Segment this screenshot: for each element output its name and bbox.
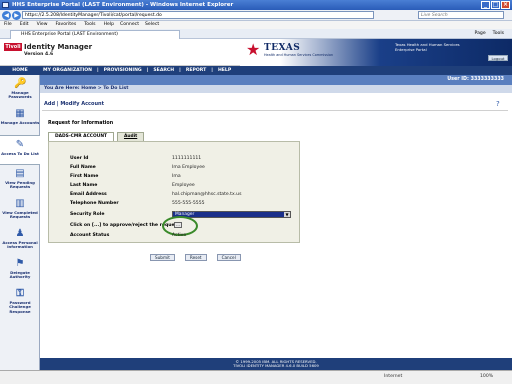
person-icon: ♟ <box>15 228 25 239</box>
nav-my-organization[interactable]: MY ORGANIZATION <box>43 66 92 75</box>
search-input[interactable]: Live Search <box>418 11 504 19</box>
link-select[interactable]: Select <box>145 21 159 29</box>
back-icon[interactable]: ◀ <box>2 11 11 20</box>
address-bar: ◀ ▶ https://2.5.208/IdentityManager/Tivo… <box>0 10 512 21</box>
sidebar-home[interactable]: HOME <box>0 66 40 75</box>
nav-report[interactable]: REPORT <box>186 66 206 75</box>
request-label: Request for Information <box>48 121 114 126</box>
sidebar-item-completed[interactable]: ▥ View Completed Requests <box>0 195 40 225</box>
nav-search[interactable]: SEARCH <box>153 66 174 75</box>
menu-help[interactable]: Help <box>104 21 114 29</box>
sidebar-item-challenge[interactable]: ⚿ Password Challenge Response <box>0 285 40 315</box>
tab-audit[interactable]: Audit <box>116 132 145 141</box>
app-header: Tivoli Identity Manager Version 4.6 ★ TE… <box>0 39 512 66</box>
page-menu[interactable]: Page <box>475 30 486 38</box>
tivoli-logo: Tivoli <box>4 43 22 51</box>
completed-icon: ▥ <box>15 198 25 209</box>
user-id: User ID: 3333333333 <box>40 75 512 85</box>
logout-button[interactable]: Logout <box>488 55 508 61</box>
window-title: HHS Enterprise Portal (LAST Environment)… <box>12 2 234 8</box>
row-user-id: User Id 1111111111 <box>70 156 202 161</box>
sidebar-item-pending[interactable]: ▤ View Pending Requests <box>0 165 40 195</box>
tab-row: HHS Enterprise Portal (LAST Environment)… <box>0 29 512 39</box>
menu-tools[interactable]: Tools <box>84 21 95 29</box>
menu-bar: File Edit View Favorites Tools Help <box>0 21 512 29</box>
url-field[interactable]: https://2.5.208/IdentityManager/Tivoli/c… <box>22 11 374 19</box>
page-title: Add | Modify Account <box>44 101 104 107</box>
sidebar-item-delegate[interactable]: ⚑ Delegate Authority <box>0 255 40 285</box>
tab-account[interactable]: DADS-CMR ACCOUNT <box>48 132 114 141</box>
zoom-level[interactable]: 100% <box>480 374 493 379</box>
row-security-role: Security Role <box>70 212 105 217</box>
sidebar-item-manage-accounts[interactable]: ▦ Manage Accounts <box>0 105 40 135</box>
row-telephone: Telephone Number 555-555-5555 <box>70 201 205 206</box>
cancel-button[interactable]: Cancel <box>216 254 241 261</box>
row-email: Email Address hal.chipman@hhsc.state.tx.… <box>70 192 242 197</box>
help-icon[interactable]: ? <box>496 100 506 108</box>
close-button[interactable]: × <box>501 1 510 9</box>
key-icon: 🔑 <box>14 78 27 89</box>
sidebar-item-todo[interactable]: ✎ Access To Do List <box>0 135 40 165</box>
window-title-bar: HHS Enterprise Portal (LAST Environment)… <box>0 0 512 10</box>
footer-build: TIVOLI IDENTITY MANAGER 4.6.0 BUILD 5609 <box>233 363 319 369</box>
ie-icon <box>2 2 9 8</box>
row-last-name: Last Name Employee <box>70 183 195 188</box>
menu-favorites[interactable]: Favorites <box>56 21 77 29</box>
form-tabs: DADS-CMR ACCOUNT Audit <box>48 132 145 141</box>
row-first-name: First Name Ima <box>70 174 181 179</box>
todo-icon: ✎ <box>15 139 25 150</box>
row-account-status: Account Status Active <box>70 233 187 238</box>
row-full-name: Full Name Ima Employee <box>70 165 205 170</box>
maximize-button[interactable]: □ <box>491 1 500 9</box>
security-zone: Internet <box>384 374 403 379</box>
status-bar: Internet 100% <box>0 370 512 384</box>
form-buttons: Submit Reset Cancel <box>150 254 241 261</box>
submit-button[interactable]: Submit <box>150 254 175 261</box>
challenge-icon: ⚿ <box>16 288 24 299</box>
app-name: Identity Manager <box>24 43 93 51</box>
link-connect[interactable]: Connect <box>120 21 139 29</box>
nav-provisioning[interactable]: PROVISIONING <box>104 66 142 75</box>
delegate-icon: ⚑ <box>15 258 25 269</box>
brand-subtitle: Health and Human Services Commission <box>264 53 334 57</box>
page-footer: © 1999-2005 IBM. ALL RIGHTS RESERVED. TI… <box>40 358 512 370</box>
menu-view[interactable]: View <box>37 21 48 29</box>
links-bar: Connect Select <box>120 21 159 29</box>
browser-tab[interactable]: HHS Enterprise Portal (LAST Environment) <box>10 30 180 39</box>
nav-help[interactable]: HELP <box>218 66 231 75</box>
pending-icon: ▤ <box>15 168 25 179</box>
texas-brand: TEXAS <box>264 43 301 53</box>
app-version: Version 4.6 <box>24 52 54 57</box>
texas-star-icon: ★ <box>246 40 261 59</box>
menu-edit[interactable]: Edit <box>20 21 29 29</box>
menu-file[interactable]: File <box>4 21 12 29</box>
divider <box>42 110 508 111</box>
forward-icon[interactable]: ▶ <box>12 11 21 20</box>
chevron-down-icon: ▼ <box>284 212 290 217</box>
breadcrumb: You Are Here: Home > To Do List <box>40 85 512 93</box>
minimize-button[interactable]: _ <box>481 1 490 9</box>
sidebar: HOME 🔑 Manage Passwords ▦ Manage Account… <box>0 66 40 370</box>
accounts-icon: ▦ <box>15 108 25 119</box>
reset-button[interactable]: Reset <box>184 254 207 261</box>
sidebar-item-personal[interactable]: ♟ Access Personal Information <box>0 225 40 255</box>
tools-menu[interactable]: Tools <box>493 30 504 38</box>
sidebar-item-manage-passwords[interactable]: 🔑 Manage Passwords <box>0 75 40 105</box>
agency-text: Texas Health and Human Services Enterpri… <box>395 42 460 52</box>
top-nav: MY ORGANIZATION | PROVISIONING | SEARCH | R… <box>40 66 512 75</box>
